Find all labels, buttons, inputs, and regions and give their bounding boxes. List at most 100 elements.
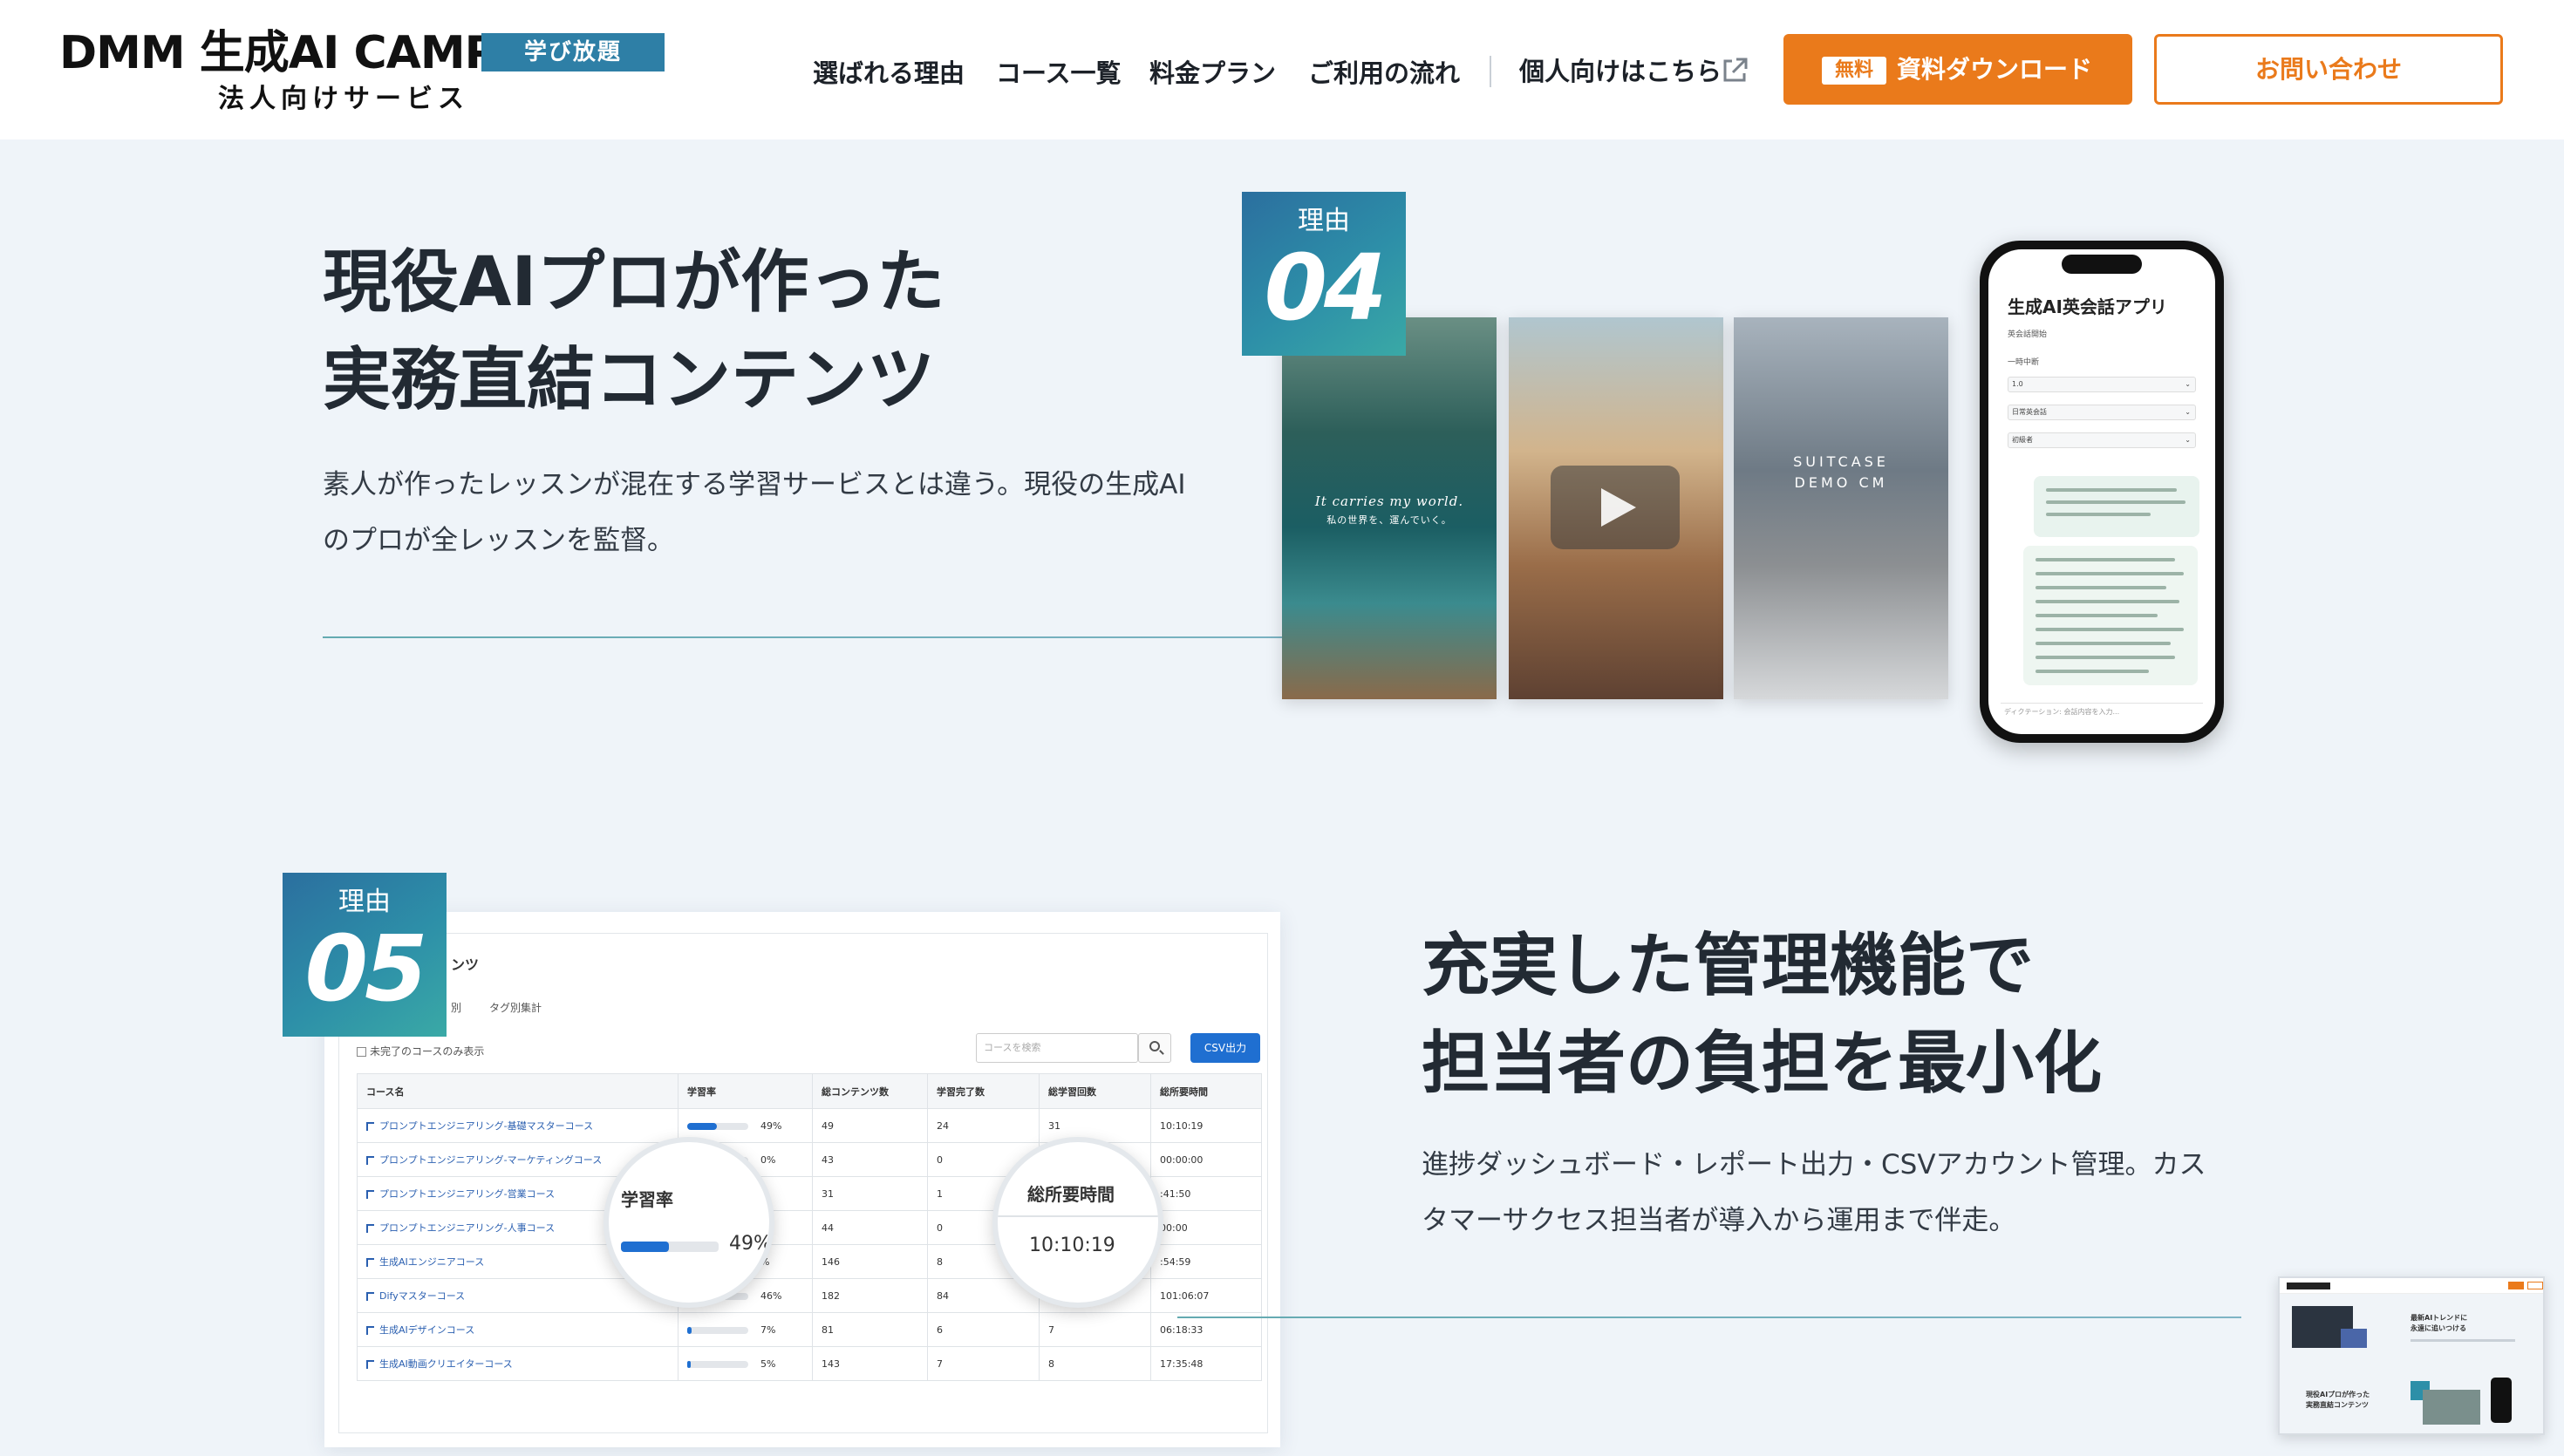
csv-export-button[interactable]: CSV出力 [1190, 1033, 1260, 1063]
learning-rate-value: 5% [760, 1357, 776, 1370]
individual-link[interactable]: 個人向けはこちら [1519, 52, 1722, 91]
photo-caption-demo: DEMO CM [1794, 474, 1888, 491]
dashboard-tab-course[interactable]: 別 [451, 1000, 461, 1015]
course-search-input[interactable]: コースを検索 [976, 1033, 1138, 1063]
phone-screen: 生成AI英会話アプリ 英会話開始 一時中断 1.0 ⌄ 日常英会話 ⌄ 初級者 ⌄ デ… [1988, 249, 2215, 734]
thumbnail-screen-blue [2341, 1329, 2367, 1348]
learning-rate-value: 0% [760, 1153, 776, 1166]
completed-cell: 7 [927, 1346, 1040, 1381]
total-time-cell: :41:50 [1150, 1176, 1262, 1211]
search-button[interactable] [1138, 1033, 1171, 1063]
photo-caption-ja: 私の世界を、運んでいく。 [1326, 514, 1452, 526]
chat-line [2046, 513, 2151, 516]
nav-item-pricing[interactable]: 料金プラン [1149, 54, 1276, 92]
progress-bar-fill [687, 1360, 691, 1368]
photo-caption-suitcase: SUITCASE [1793, 453, 1889, 470]
download-button[interactable]: 無料 資料ダウンロード [1783, 34, 2132, 105]
progress-bar [687, 1326, 748, 1334]
chat-line [2036, 670, 2149, 673]
total-time-cell: 101:06:07 [1150, 1278, 1262, 1313]
reason05-divider [1177, 1317, 2241, 1318]
app-select-level[interactable]: 初級者 ⌄ [2008, 432, 2196, 448]
col-total-time[interactable]: 総所要時間 [1150, 1073, 1262, 1109]
course-name-link[interactable]: 生成AIエンジニアコース [379, 1256, 484, 1268]
course-name-cell[interactable]: プロンプトエンジニアリング-基礎マスターコース [357, 1108, 679, 1143]
sessions-cell: 7 [1039, 1312, 1151, 1347]
total-contents-cell: 31 [812, 1176, 928, 1211]
total-contents-cell: 44 [812, 1210, 928, 1245]
magnifier-rate-value: 49% [729, 1233, 772, 1255]
col-total-contents[interactable]: 総コンテンツ数 [812, 1073, 928, 1109]
course-name-cell[interactable]: 生成AIデザインコース [357, 1312, 679, 1347]
course-name-link[interactable]: プロンプトエンジニアリング-人事コース [379, 1222, 555, 1234]
table-row: プロンプトエンジニアリング-基礎マスターコース 49% 49 24 31 10:10:19 [357, 1108, 1262, 1143]
course-name-cell[interactable]: 生成AI動画クリエイターコース [357, 1346, 679, 1381]
thumbnail-phone [2491, 1378, 2512, 1423]
reason04-desc-line2: のプロが全レッスンを監督。 [323, 525, 674, 556]
total-time-cell: 00:00 [1150, 1210, 1262, 1245]
course-name-link[interactable]: Difyマスターコース [379, 1290, 465, 1302]
nav-divider [1490, 56, 1491, 87]
nav-item-flow[interactable]: ご利用の流れ [1308, 54, 1460, 92]
reason05-title-line1: 充実した管理機能で [1422, 927, 2035, 1005]
reason05-badge-label: 理由 [338, 887, 391, 917]
chat-line [2036, 572, 2184, 575]
magnifier-rate-title: 学習率 [621, 1189, 673, 1210]
photo-boat: It carries my world. 私の世界を、運んでいく。 [1282, 317, 1497, 699]
nav-item-courses[interactable]: コース一覧 [996, 54, 1122, 92]
course-name-link[interactable]: プロンプトエンジニアリング-営業コース [379, 1188, 555, 1200]
col-learning-rate[interactable]: 学習率 [678, 1073, 813, 1109]
flag-icon [366, 1326, 374, 1335]
dashboard-tab-tag[interactable]: タグ別集計 [489, 1000, 542, 1015]
app-message-input[interactable]: ディクテーション: 会話内容を入力... [2001, 703, 2203, 720]
learning-rate-cell: 5% [678, 1346, 813, 1381]
thumbnail-photos [2423, 1390, 2480, 1425]
magnifier-divider [998, 1215, 1158, 1217]
chat-instructions [2023, 546, 2198, 685]
course-name-link[interactable]: 生成AIデザインコース [379, 1324, 474, 1336]
table-header-row: コース名 学習率 総コンテンツ数 学習完了数 総学習回数 総所要時間 [357, 1073, 1262, 1109]
total-contents-cell: 43 [812, 1142, 928, 1177]
search-icon [1149, 1041, 1160, 1051]
learning-rate-value: 7% [760, 1323, 776, 1336]
chat-line [2036, 642, 2171, 645]
chat-line [2036, 656, 2175, 659]
magnifier-rate-bar [621, 1242, 719, 1252]
photo-caption-en: It carries my world. [1314, 493, 1464, 509]
site-header: DMM 生成AI CAMP 学び放題 法人向けサービス 選ばれる理由 コース一覧… [0, 0, 2564, 139]
flag-icon [366, 1258, 374, 1267]
flag-icon [366, 1224, 374, 1233]
contact-button[interactable]: お問い合わせ [2154, 34, 2503, 105]
course-name-link[interactable]: 生成AI動画クリエイターコース [379, 1358, 513, 1370]
thumbnail-text-2: 永遠に追いつける [2411, 1324, 2466, 1332]
col-sessions[interactable]: 総学習回数 [1039, 1073, 1151, 1109]
thumbnail-cta [2508, 1282, 2524, 1289]
chat-line [2036, 614, 2158, 617]
progress-bar-fill [687, 1326, 692, 1334]
total-contents-cell: 143 [812, 1346, 928, 1381]
col-course-name[interactable]: コース名 [357, 1073, 679, 1109]
app-label-start: 英会話開始 [2008, 330, 2048, 339]
reason05-badge-number: 05 [304, 915, 428, 1022]
total-time-cell: 00:00:00 [1150, 1142, 1262, 1177]
app-select-mode[interactable]: 日常英会話 ⌄ [2008, 405, 2196, 420]
learning-rate-cell: 7% [678, 1312, 813, 1347]
course-name-link[interactable]: プロンプトエンジニアリング-基礎マスターコース [379, 1120, 593, 1132]
page-preview-thumbnail[interactable]: 最新AIトレンドに 永遠に追いつける 現役AIプロが作った 実務直結コンテンツ [2278, 1276, 2545, 1435]
play-button[interactable] [1551, 466, 1680, 549]
total-contents-cell: 146 [812, 1244, 928, 1279]
incomplete-filter-checkbox[interactable]: 未完了のコースのみ表示 [357, 1044, 484, 1058]
course-name-link[interactable]: プロンプトエンジニアリング-マーケティングコース [379, 1154, 602, 1166]
learning-rate-value: 49% [760, 1119, 782, 1132]
col-completed[interactable]: 学習完了数 [927, 1073, 1040, 1109]
progress-bar [687, 1360, 748, 1368]
chat-line [2036, 600, 2179, 603]
reason04-badge: 理由 04 [1242, 192, 1406, 356]
completed-cell: 6 [927, 1312, 1040, 1347]
chat-line [2036, 628, 2184, 631]
nav-item-reasons[interactable]: 選ばれる理由 [813, 54, 965, 92]
app-select-speed[interactable]: 1.0 ⌄ [2008, 377, 2196, 392]
app-label-pause: 一時中断 [2008, 358, 2040, 367]
play-icon [1601, 488, 1636, 527]
table-row: 生成AIデザインコース 7% 81 6 7 06:18:33 [357, 1312, 1262, 1347]
